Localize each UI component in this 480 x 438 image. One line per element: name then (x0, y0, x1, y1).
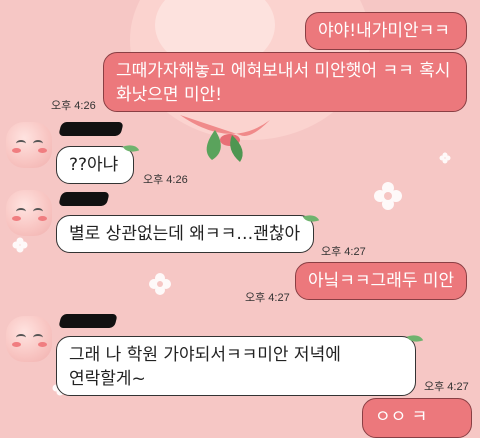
incoming-message-bubble[interactable]: 별로 상관없는데 왜ㅋㅋ…괜찮아 (56, 215, 314, 253)
redacted-sender-name (58, 192, 110, 206)
message-text: ㅇㅇ ㅋ (375, 407, 428, 427)
timestamp: 오후 4:27 (424, 381, 469, 393)
message-text: 야야!내가미안ㅋㅋ (318, 21, 450, 41)
outgoing-message-bubble[interactable]: 야야!내가미안ㅋㅋ (305, 12, 467, 50)
avatar[interactable] (6, 122, 52, 168)
incoming-message-bubble[interactable]: ??아냐 (56, 146, 134, 184)
outgoing-message-bubble[interactable]: 아닠ㅋㅋ그래두 미안 (295, 262, 467, 300)
redacted-sender-name (58, 314, 118, 328)
message-text: 연락할게~ (69, 369, 146, 389)
timestamp: 오후 4:26 (143, 174, 188, 186)
message-text: 화낫으면 미안! (116, 85, 223, 105)
message-text: 별로 상관없는데 왜ㅋㅋ…괜찮아 (69, 224, 301, 244)
message-text: ??아냐 (69, 155, 119, 175)
outgoing-message-bubble[interactable]: 그때가자해놓고 에혀보내서 미안햇어 ㅋㅋ 혹시 화낫으면 미안! (103, 52, 467, 112)
incoming-message-bubble[interactable]: 그래 나 학원 가야되서ㅋㅋ미안 저녁에 연락할게~ (56, 336, 416, 396)
message-text: 그때가자해놓고 에혀보내서 미안햇어 ㅋㅋ 혹시 (116, 61, 451, 81)
timestamp: 오후 4:27 (321, 246, 366, 258)
redacted-sender-name (58, 122, 124, 136)
timestamp: 오후 4:26 (51, 100, 96, 112)
avatar[interactable] (6, 316, 52, 362)
message-text: 아닠ㅋㅋ그래두 미안 (308, 271, 455, 291)
message-text: 그래 나 학원 가야되서ㅋㅋ미안 저녁에 (69, 345, 341, 365)
avatar[interactable] (6, 190, 52, 236)
timestamp: 오후 4:27 (245, 292, 290, 304)
outgoing-message-bubble[interactable]: ㅇㅇ ㅋ (362, 398, 472, 438)
